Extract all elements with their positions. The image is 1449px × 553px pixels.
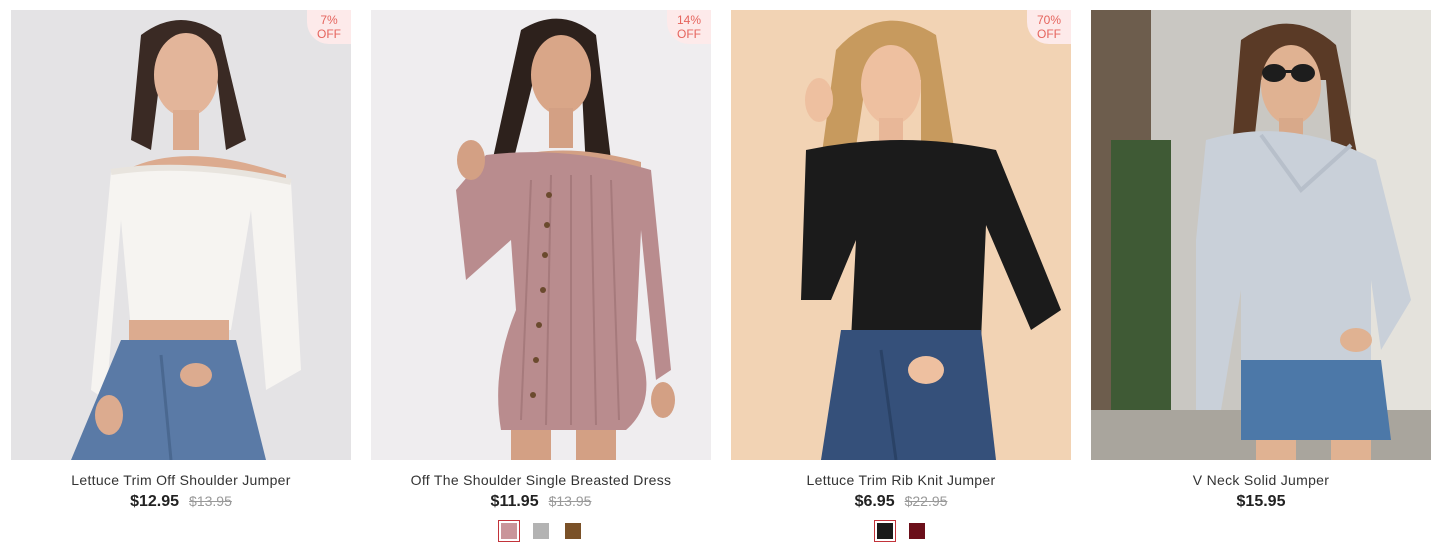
color-swatch[interactable] [562,520,584,542]
color-swatch[interactable] [530,520,552,542]
discount-badge: 14% OFF [667,10,711,44]
price-row: $11.95 $13.95 [371,493,711,511]
discount-off-label: OFF [677,27,701,41]
price-row: $15.95 [1091,493,1431,511]
discount-percent: 14% [676,13,702,27]
original-price: $13.95 [189,493,232,509]
product-card: V Neck Solid Jumper $15.95 [1091,10,1431,550]
original-price: $22.95 [904,493,948,509]
price-row: $12.95 $13.95 [11,493,351,511]
product-image[interactable] [1091,10,1431,460]
product-title[interactable]: Lettuce Trim Rib Knit Jumper [731,472,1071,488]
discount-off-label: OFF [317,27,341,41]
sale-price: $15.95 [1236,493,1286,510]
product-card: 14% OFF Off The Shoulder Single Breasted… [371,10,711,550]
product-image[interactable]: 14% OFF [371,10,711,460]
color-swatches [371,520,711,542]
sale-price: $6.95 [854,493,895,510]
product-title[interactable]: V Neck Solid Jumper [1091,472,1431,488]
product-card: 70% OFF Lettuce Trim Rib Knit Jumper $6.… [731,10,1071,550]
product-image[interactable]: 7% OFF [11,10,351,460]
product-grid: 7% OFF Lettuce Trim Off Shoulder Jumper … [11,10,1431,550]
price-row: $6.95 $22.95 [731,493,1071,511]
discount-off-label: OFF [1037,27,1061,41]
product-title[interactable]: Lettuce Trim Off Shoulder Jumper [11,472,351,488]
color-swatches [731,520,1071,542]
product-title[interactable]: Off The Shoulder Single Breasted Dress [371,472,711,488]
discount-percent: 70% [1036,13,1062,27]
color-swatch[interactable] [498,520,520,542]
product-card: 7% OFF Lettuce Trim Off Shoulder Jumper … [11,10,351,550]
product-image[interactable]: 70% OFF [731,10,1071,460]
color-swatch[interactable] [906,520,928,542]
color-swatch[interactable] [874,520,896,542]
sale-price: $11.95 [490,493,539,510]
discount-badge: 7% OFF [307,10,351,44]
sale-price: $12.95 [130,493,180,510]
original-price: $13.95 [548,493,592,509]
discount-percent: 7% [320,13,338,27]
discount-badge: 70% OFF [1027,10,1071,44]
